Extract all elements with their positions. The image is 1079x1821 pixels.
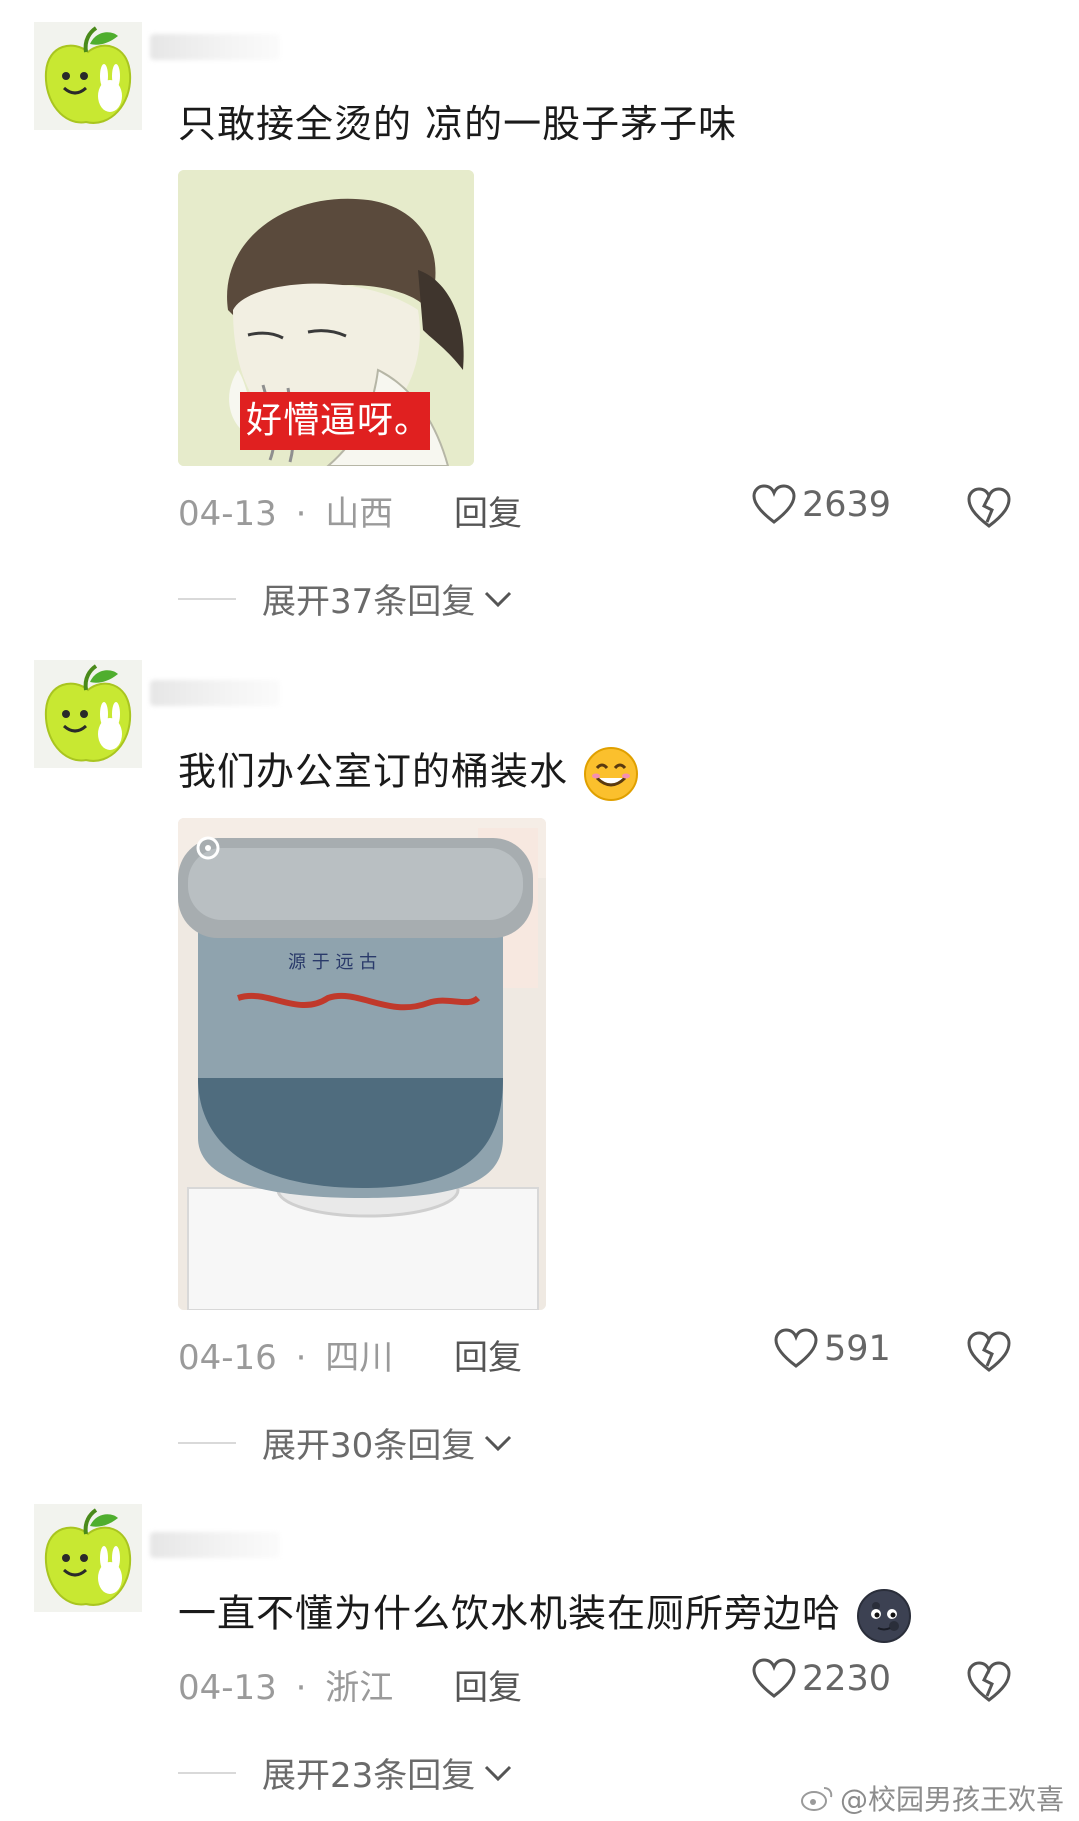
expand-replies-button[interactable]: 展开37条回复 [178,574,513,623]
expand-replies-button[interactable]: 展开30条回复 [178,1418,513,1467]
reply-button[interactable]: 回复 [454,486,522,535]
like-button[interactable]: 591 [774,1328,891,1370]
username-blurred[interactable] [150,680,280,706]
expand-label: 展开37条回复 [262,582,476,622]
comment-date: 04-13 [178,1668,277,1708]
new-moon-face-emoji [857,1589,912,1643]
weibo-logo-icon [801,1787,833,1811]
broken-heart-icon[interactable] [966,486,1012,530]
like-count: 2639 [802,485,892,525]
broken-heart-icon[interactable] [966,1330,1012,1374]
water-bottle-photo: 源 于 远 古 [178,818,546,1310]
comment-date: 04-16 [178,1338,277,1378]
like-button[interactable]: 2639 [752,484,891,526]
like-count: 591 [824,1329,891,1369]
weibo-watermark: @校园男孩王欢喜 [800,1778,1064,1818]
comment-region: 浙江 [325,1668,394,1708]
divider-line [178,1441,236,1444]
chevron-down-icon [485,1435,512,1451]
comment-date: 04-13 [178,494,277,534]
heart-icon [752,484,796,524]
avatar[interactable] [34,22,142,130]
comment-text: 一直不懂为什么饮水机装在厕所旁边哈 [178,1588,912,1644]
comment-meta: 04-13 · 浙江 [178,1660,393,1709]
divider-line [178,1771,236,1774]
separator-dot: · [295,494,307,534]
comment-text: 我们办公室订的桶装水 [178,746,639,802]
reply-button[interactable]: 回复 [454,1660,522,1709]
avatar[interactable] [34,1504,142,1612]
expand-replies-button[interactable]: 展开23条回复 [178,1748,513,1797]
comment-meta: 04-13 · 山西 [178,486,393,535]
comment-region: 山西 [325,494,394,534]
comment-region: 四川 [325,1338,394,1378]
comment-meta: 04-16 · 四川 [178,1330,393,1379]
comment-text-content: 我们办公室订的桶装水 [178,749,569,794]
expand-label: 展开30条回复 [262,1426,476,1466]
chevron-down-icon [485,591,512,607]
heart-icon [752,1658,796,1698]
comment-image-meme[interactable]: 好懵逼呀。 [178,170,474,466]
reply-button[interactable]: 回复 [454,1330,522,1379]
username-blurred[interactable] [150,34,280,60]
comment-image-water-bottle[interactable]: 源 于 远 古 [178,818,546,1310]
smiling-face-emoji [584,747,639,801]
expand-label: 展开23条回复 [262,1756,476,1796]
username-blurred[interactable] [150,1532,280,1558]
broken-heart-icon[interactable] [966,1660,1012,1704]
comment-text: 只敢接全烫的 凉的一股子茅子味 [178,102,738,146]
meme-caption: 好懵逼呀。 [246,400,432,441]
watermark-text: @校园男孩王欢喜 [840,1783,1065,1816]
avatar[interactable] [34,660,142,768]
comment-text-content: 一直不懂为什么饮水机装在厕所旁边哈 [178,1591,842,1636]
divider-line [178,597,236,600]
like-count: 2230 [802,1659,892,1699]
like-button[interactable]: 2230 [752,1658,891,1700]
chevron-down-icon [485,1765,512,1781]
separator-dot: · [295,1338,307,1378]
svg-text:源 于 远 古: 源 于 远 古 [288,952,377,973]
separator-dot: · [295,1668,307,1708]
heart-icon [774,1328,818,1368]
